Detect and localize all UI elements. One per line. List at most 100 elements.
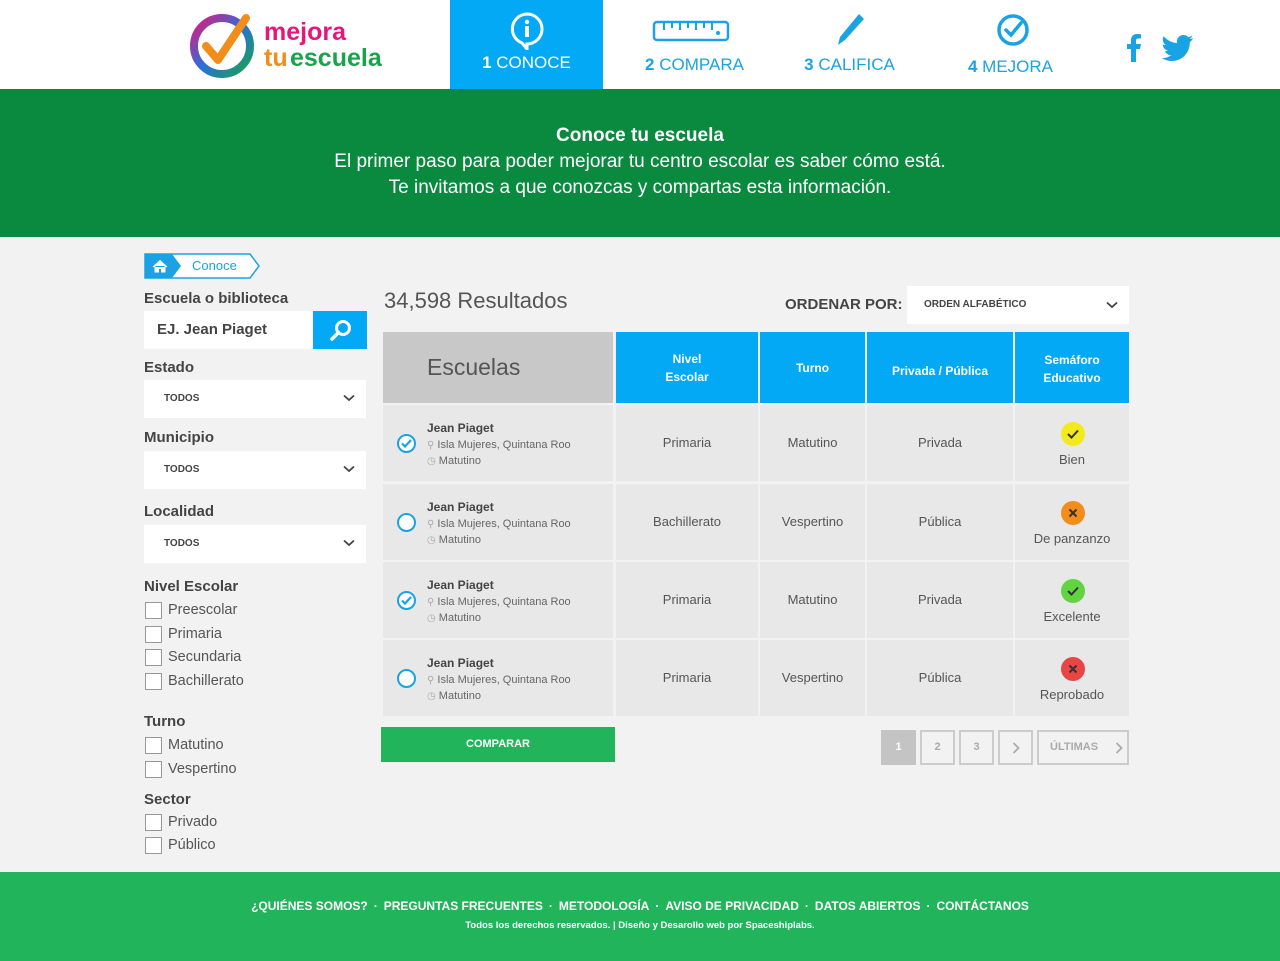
checkbox-label: Primaria	[168, 626, 222, 642]
school-name[interactable]: Jean Piaget	[427, 500, 494, 514]
footer-link[interactable]: CONTÁCTANOS	[936, 899, 1028, 913]
checkbox-box[interactable]	[145, 673, 162, 690]
chevron-right-icon	[1012, 742, 1020, 754]
logo-text-escuela: escuela	[290, 44, 382, 72]
nav-step-mejora[interactable]: 4 MEJORA	[934, 0, 1087, 89]
chevron-down-icon	[343, 539, 355, 547]
checkbox-label: Privado	[168, 814, 218, 830]
col-header-escuelas: Escuelas	[383, 332, 613, 403]
checkbox-label: Preescolar	[168, 602, 238, 618]
breadcrumb-current[interactable]: Conoce	[192, 258, 237, 273]
header-text: Semáforo	[1044, 352, 1100, 367]
checkbox-box[interactable]	[145, 649, 162, 666]
semaforo-x-icon	[1061, 501, 1085, 525]
footer-link[interactable]: PREGUNTAS FRECUENTES	[384, 899, 543, 913]
footer-separator: ·	[655, 899, 660, 913]
page-button-current[interactable]: 1	[881, 730, 916, 765]
page-button[interactable]: 3	[959, 730, 994, 765]
checkbox-box[interactable]	[145, 761, 162, 778]
school-shift: ◷ Matutino	[427, 455, 481, 467]
clock-icon: ◷	[427, 691, 436, 702]
search-input[interactable]: EJ. Jean Piaget	[144, 311, 313, 349]
table-cell-turno: Matutino	[760, 405, 865, 481]
banner-text-line: El primer paso para poder mejorar tu cen…	[334, 151, 946, 172]
checkbox-label: Secundaria	[168, 649, 242, 665]
table-cell-sector: Pública	[867, 484, 1013, 560]
facebook-icon[interactable]	[1126, 34, 1142, 62]
nav-step-number: 1	[482, 53, 492, 72]
chevron-down-icon	[343, 465, 355, 473]
address-text: Isla Mujeres, Quintana Roo	[437, 674, 571, 686]
nivel-label: Nivel Escolar	[144, 578, 239, 595]
checkbox-box[interactable]	[145, 737, 162, 754]
checkbox-box[interactable]	[145, 626, 162, 643]
nav-step-califica[interactable]: 3 CALIFICA	[773, 0, 926, 89]
results-count: 34,598 Resultados	[384, 288, 568, 313]
search-icon	[330, 320, 351, 341]
sort-select[interactable]: ORDEN ALFABÉTICO	[907, 286, 1129, 324]
estado-label: Estado	[144, 359, 195, 376]
table-row-school-cell[interactable]: Jean Piaget ⚲ Isla Mujeres, Quintana Roo…	[383, 484, 613, 560]
compare-button[interactable]: COMPARAR	[381, 727, 615, 762]
checkbox-label: Bachillerato	[168, 673, 244, 689]
school-name[interactable]: Jean Piaget	[427, 578, 494, 592]
municipio-label: Municipio	[144, 429, 214, 446]
checkbox-box[interactable]	[145, 602, 162, 619]
table-row-school-cell[interactable]: Jean Piaget ⚲ Isla Mujeres, Quintana Roo…	[383, 640, 613, 716]
school-address: ⚲ Isla Mujeres, Quintana Roo	[427, 439, 571, 451]
nav-step-number: 3	[804, 55, 814, 74]
school-name[interactable]: Jean Piaget	[427, 421, 494, 435]
next-page-button[interactable]	[998, 730, 1033, 765]
semaforo-check-icon	[1061, 579, 1085, 603]
search-button[interactable]	[313, 311, 367, 349]
estado-value: TODOS	[164, 393, 200, 404]
footer-link[interactable]: METODOLOGÍA	[559, 899, 649, 913]
table-cell-semaforo: Reprobado	[1015, 640, 1129, 716]
nav-step-compara[interactable]: 2 COMPARA	[618, 0, 771, 89]
table-cell-nivel: Primaria	[616, 405, 758, 481]
nav-step-label: MEJORA	[982, 57, 1054, 76]
table-cell-nivel: Bachillerato	[616, 484, 758, 560]
last-page-label: ÚLTIMAS	[1050, 741, 1099, 753]
table-cell-nivel: Primaria	[616, 562, 758, 638]
page-button[interactable]: 2	[920, 730, 955, 765]
pen-icon	[838, 14, 864, 45]
address-text: Isla Mujeres, Quintana Roo	[437, 439, 571, 451]
check-icon	[401, 439, 412, 448]
table-row-school-cell[interactable]: Jean Piaget ⚲ Isla Mujeres, Quintana Roo…	[383, 405, 613, 481]
banner-title: Conoce tu escuela	[556, 125, 724, 146]
site-footer: ¿QUIÉNES SOMOS? · PREGUNTAS FRECUENTES · MET…	[0, 872, 1280, 961]
checkbox-box[interactable]	[145, 814, 162, 831]
checkbox-box[interactable]	[145, 837, 162, 854]
checkbox-label: Vespertino	[168, 761, 237, 777]
footer-link[interactable]: DATOS ABIERTOS	[815, 899, 921, 913]
radio-unselected[interactable]	[397, 513, 416, 532]
radio-unselected[interactable]	[397, 669, 416, 688]
sort-value: ORDEN ALFABÉTICO	[924, 299, 1027, 310]
chevron-down-icon	[343, 394, 355, 402]
location-pin-icon: ⚲	[427, 597, 435, 608]
semaforo-label: Reprobado	[1039, 687, 1105, 702]
nav-step-conoce[interactable]: 1 CONOCE	[450, 0, 603, 89]
logo[interactable]: mejora tu escuela	[188, 10, 408, 80]
footer-link[interactable]: ¿QUIÉNES SOMOS?	[251, 899, 368, 913]
ruler-icon	[652, 20, 730, 42]
header-text: Escolar	[665, 369, 709, 384]
estado-select[interactable]: TODOS	[144, 380, 366, 418]
twitter-icon[interactable]	[1162, 35, 1194, 61]
radio-selected[interactable]	[397, 434, 416, 453]
localidad-select[interactable]: TODOS	[144, 525, 366, 563]
table-row-school-cell[interactable]: Jean Piaget ⚲ Isla Mujeres, Quintana Roo…	[383, 562, 613, 638]
sector-label: Sector	[144, 791, 191, 808]
table-cell-turno: Vespertino	[760, 484, 865, 560]
school-name[interactable]: Jean Piaget	[427, 656, 494, 670]
footer-link[interactable]: AVISO DE PRIVACIDAD	[665, 899, 799, 913]
school-address: ⚲ Isla Mujeres, Quintana Roo	[427, 518, 571, 530]
municipio-select[interactable]: TODOS	[144, 451, 366, 489]
last-page-button[interactable]: ÚLTIMAS	[1037, 730, 1129, 765]
checkbox-label: Matutino	[168, 737, 224, 753]
info-pin-icon	[510, 12, 544, 50]
radio-selected[interactable]	[397, 591, 416, 610]
school-shift: ◷ Matutino	[427, 612, 481, 624]
location-pin-icon: ⚲	[427, 675, 435, 686]
